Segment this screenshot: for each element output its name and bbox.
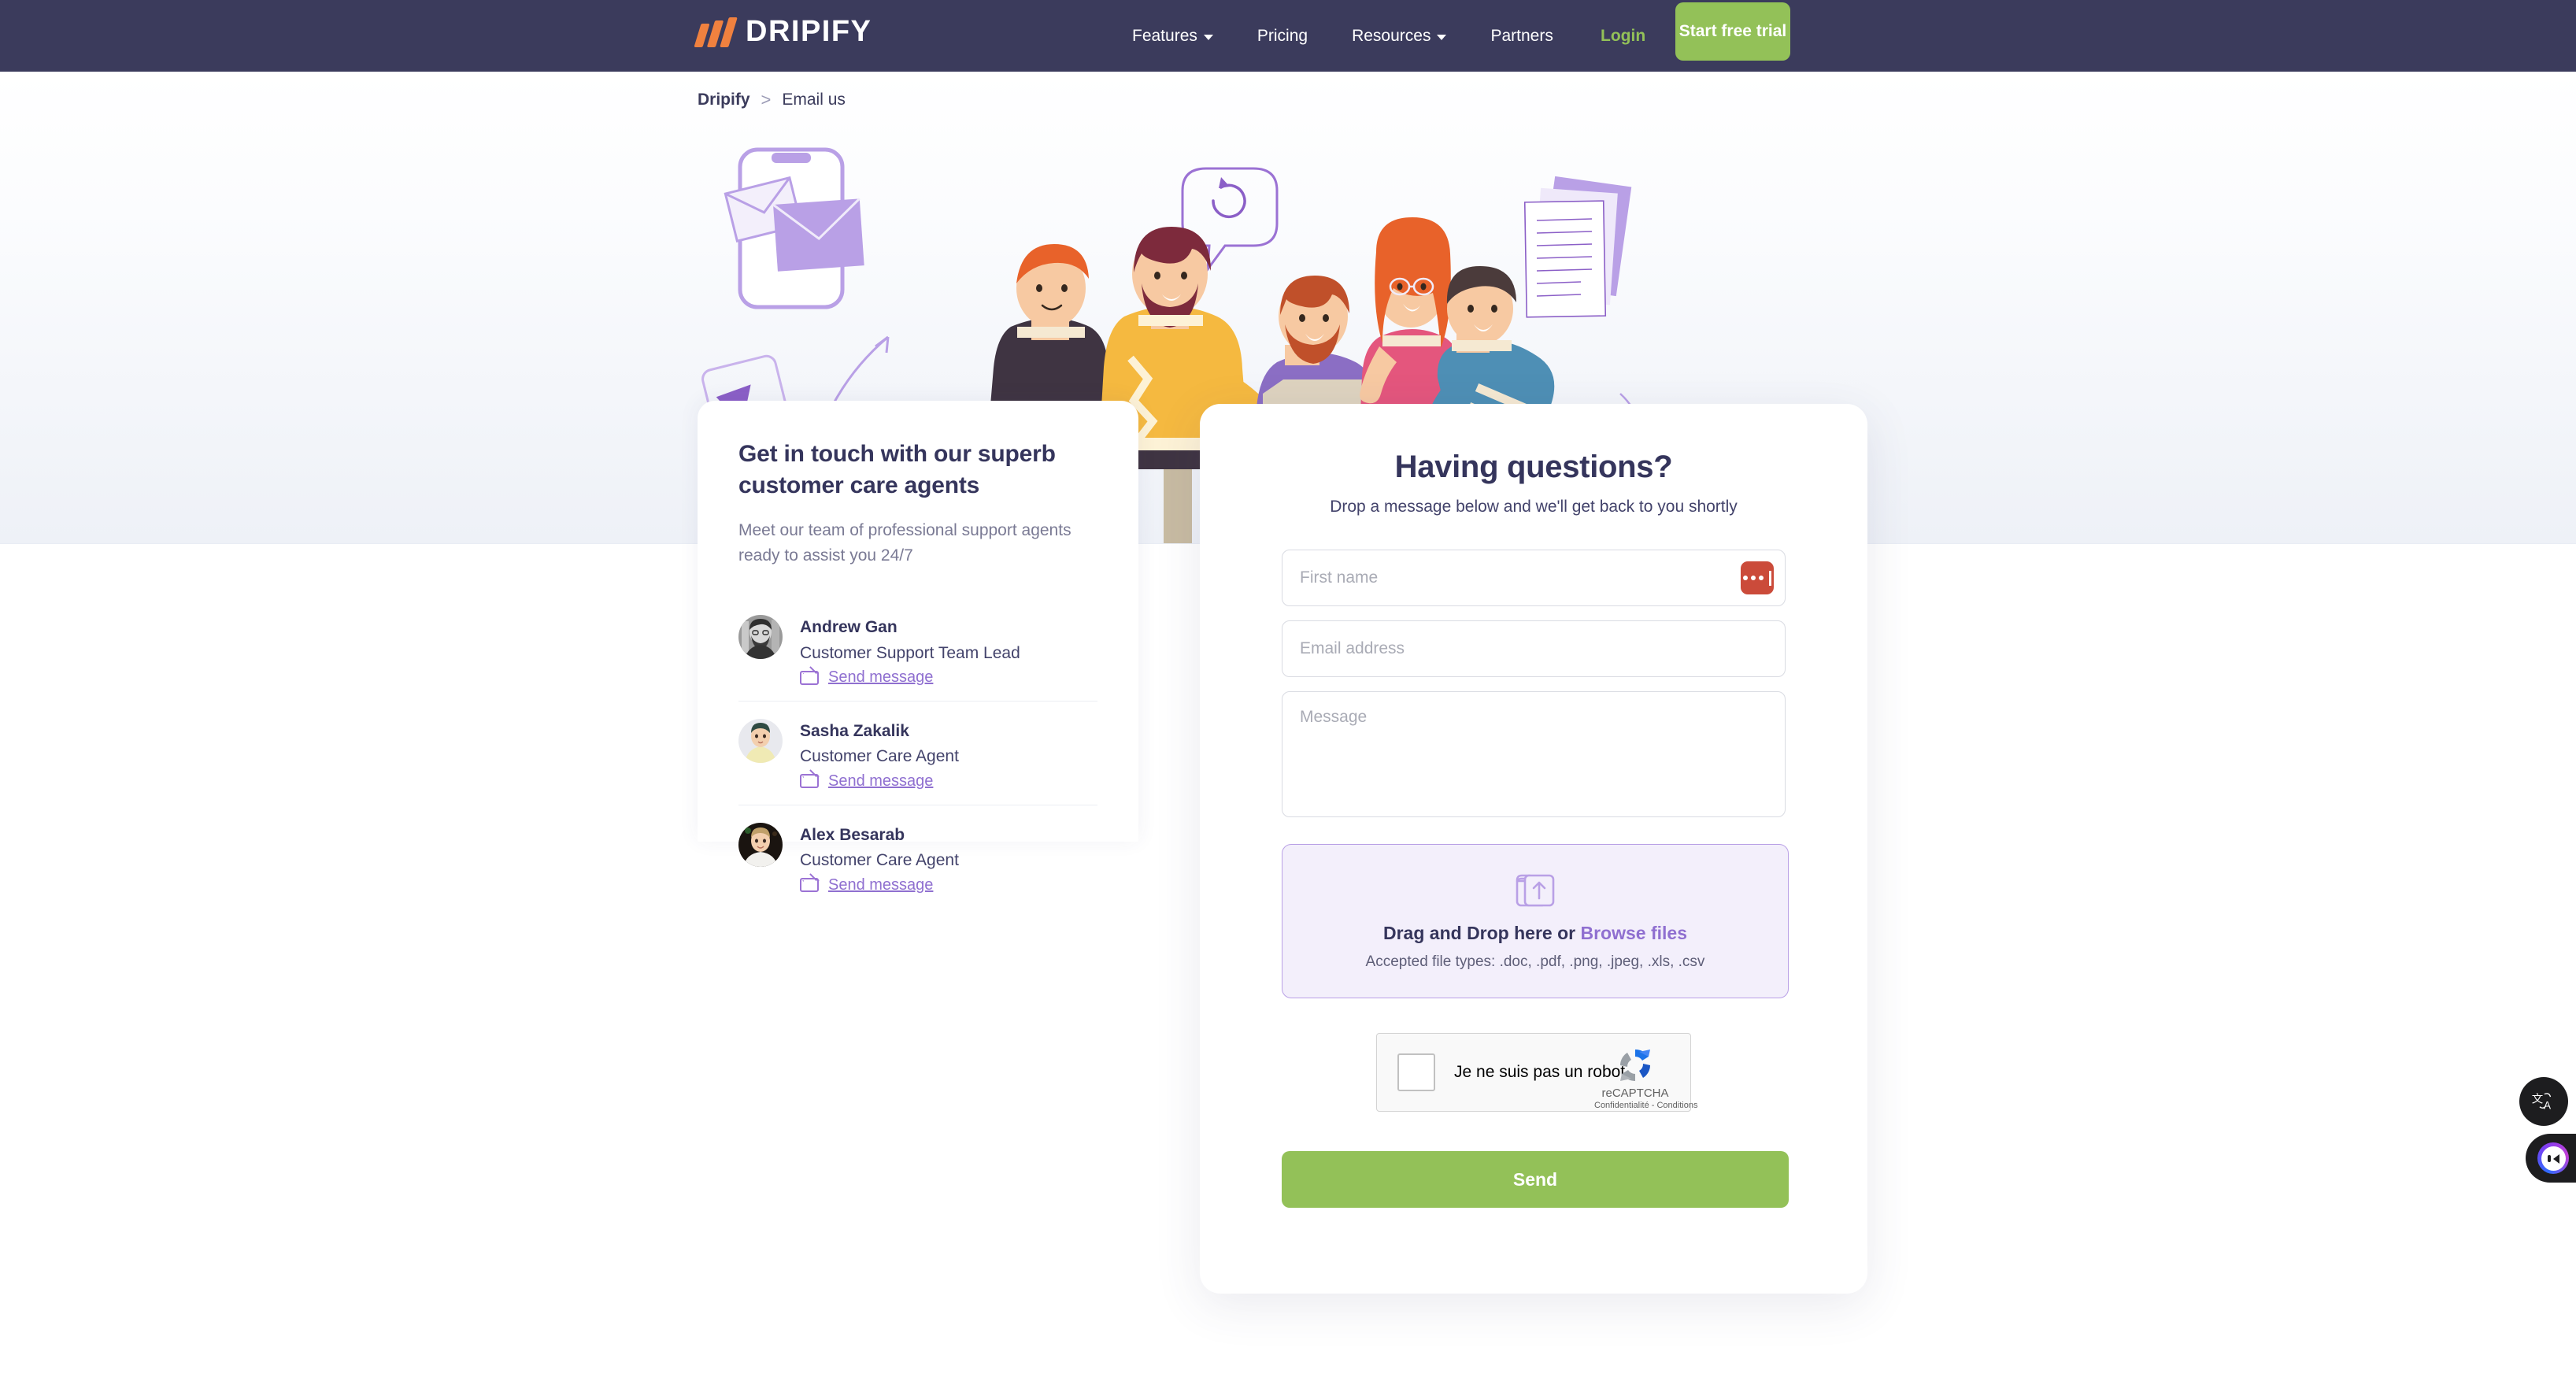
logo-text: DRIPIFY (746, 15, 872, 48)
envelope-icon (800, 670, 819, 685)
agent-name: Sasha Zakalik (800, 722, 909, 741)
dropzone-drag-label: Drag and Drop here (1383, 922, 1553, 943)
breadcrumb: Dripify > Email us (698, 90, 846, 110)
form-subtitle: Drop a message below and we'll get back … (1330, 498, 1738, 516)
left-card-subtitle: Meet our team of professional support ag… (738, 521, 1071, 565)
message-textarea[interactable] (1282, 692, 1785, 816)
dripify-logo[interactable]: DRIPIFY (694, 15, 872, 48)
envelope-icon (800, 774, 819, 789)
list-item: Andrew Gan Customer Support Team Lead Se… (738, 598, 1097, 702)
chevron-down-icon (1203, 34, 1213, 40)
recaptcha-widget: Je ne suis pas un robot reCAPTCHA Confid… (1376, 1033, 1697, 1112)
recaptcha-brand: reCAPTCHA Confidentialité - Conditions (1594, 1045, 1697, 1110)
avatar (738, 719, 783, 764)
avatar (738, 822, 783, 867)
left-card-title: Get in touch with our superb customer ca… (738, 441, 1056, 498)
recaptcha-icon (1620, 1049, 1650, 1082)
page-root: DRIPIFY Features Pricing Resources Partn… (0, 0, 2576, 1392)
send-message-label: Send message (828, 876, 934, 894)
dropzone-main-text: Drag and Drop here or Browse files (1383, 923, 1687, 944)
dropzone-accepted-types: Accepted file types: .doc, .pdf, .png, .… (1365, 953, 1705, 970)
browse-files-link[interactable]: Browse files (1581, 923, 1688, 943)
list-item: Sasha Zakalik Customer Care Agent Send m… (738, 702, 1097, 805)
agent-name: Alex Besarab (800, 825, 905, 844)
folder-upload-icon (1516, 874, 1555, 906)
start-free-trial-button[interactable]: Start free trial (1675, 2, 1790, 61)
chat-assistant-badge (2537, 1142, 2569, 1174)
breadcrumb-separator-icon: > (761, 90, 772, 109)
chat-assistant-face (2541, 1146, 2566, 1171)
contact-form-card: Having questions? Drop a message below a… (1200, 404, 1867, 1294)
envelope-icon (800, 878, 819, 893)
list-item: Alex Besarab Customer Care Agent Send me… (738, 805, 1097, 909)
breadcrumb-current-page: Email us (782, 91, 846, 109)
password-manager-dots-icon[interactable] (1741, 561, 1774, 594)
nav-item-resources-label: Resources (1352, 26, 1431, 45)
dripify-slashes-logo-icon (694, 16, 738, 47)
nav-item-pricing[interactable]: Pricing (1235, 27, 1330, 46)
breadcrumb-home-link[interactable]: Dripify (698, 91, 750, 109)
translate-icon[interactable]: 文 A (2519, 1077, 2568, 1126)
chevron-down-icon (1437, 34, 1447, 40)
nav-item-features[interactable]: Features (1110, 27, 1235, 46)
send-message-link[interactable]: Send message (800, 876, 959, 894)
svg-text:A: A (2544, 1099, 2552, 1111)
recaptcha-brand-name: reCAPTCHA (1601, 1087, 1669, 1100)
login-link[interactable]: Login (1601, 0, 1645, 72)
agent-role: Customer Care Agent (800, 851, 959, 870)
agent-role: Customer Care Agent (800, 747, 959, 766)
send-button[interactable]: Send (1282, 1151, 1789, 1208)
agent-name: Andrew Gan (800, 618, 898, 637)
avatar (738, 615, 783, 660)
nav-links: Features Pricing Resources Partners (1110, 0, 1575, 72)
send-message-link[interactable]: Send message (800, 772, 959, 790)
nav-item-features-label: Features (1132, 26, 1197, 45)
agents-list: Andrew Gan Customer Support Team Lead Se… (738, 598, 1097, 909)
send-message-label: Send message (828, 668, 934, 687)
message-field-wrapper (1282, 691, 1786, 817)
top-navigation-bar: DRIPIFY Features Pricing Resources Partn… (0, 0, 2576, 72)
page-title: Having questions? (1394, 450, 1673, 484)
agent-role: Customer Support Team Lead (800, 643, 1020, 662)
send-message-link[interactable]: Send message (800, 668, 1020, 687)
file-dropzone[interactable]: Drag and Drop here or Browse files Accep… (1282, 844, 1789, 998)
nav-item-resources[interactable]: Resources (1330, 27, 1468, 46)
nav-item-partners-label: Partners (1490, 26, 1553, 45)
chat-assistant-icon[interactable] (2526, 1134, 2576, 1183)
email-field[interactable] (1282, 621, 1785, 676)
dropzone-or-label: or (1557, 922, 1576, 943)
recaptcha-checkbox[interactable] (1397, 1053, 1435, 1091)
svg-text:文: 文 (2532, 1093, 2543, 1106)
translate-glyph-icon: 文 A (2532, 1093, 2552, 1112)
recaptcha-legal-links[interactable]: Confidentialité - Conditions (1594, 1101, 1697, 1110)
email-field-wrapper (1282, 620, 1786, 677)
first-name-input[interactable] (1282, 550, 1785, 605)
support-agents-card: Get in touch with our superb customer ca… (698, 401, 1138, 894)
send-message-label: Send message (828, 772, 934, 790)
nav-item-partners[interactable]: Partners (1468, 27, 1575, 46)
nav-item-pricing-label: Pricing (1257, 26, 1308, 45)
first-name-field-wrapper (1282, 550, 1786, 606)
